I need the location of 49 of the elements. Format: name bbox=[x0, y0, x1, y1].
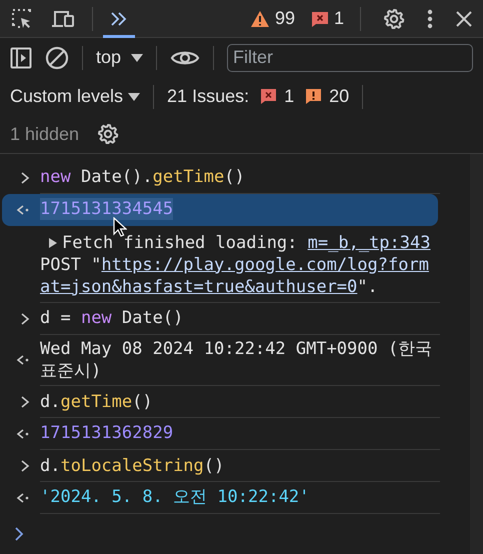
caret-icon bbox=[128, 92, 140, 101]
warning-icon bbox=[305, 88, 322, 106]
log-text: Fetch finished loading: bbox=[62, 232, 298, 254]
output-row[interactable]: 1715131362829 bbox=[0, 418, 440, 450]
input-prompt-icon bbox=[20, 395, 30, 409]
more-options-icon[interactable] bbox=[427, 8, 433, 30]
link[interactable]: at=json&hasfast=true&authuser=0 bbox=[40, 276, 358, 297]
result-arrow-icon bbox=[16, 428, 30, 440]
command-text: d.getTime() bbox=[40, 392, 154, 412]
input-prompt-icon bbox=[20, 170, 30, 185]
issues-button[interactable]: 21 Issues: 1 20 bbox=[167, 86, 350, 108]
log-text: ". bbox=[357, 276, 378, 297]
warning-icon bbox=[250, 10, 270, 28]
command-text: d.toLocaleString() bbox=[40, 456, 226, 476]
result-text: Wed May 08 2024 10:22:42 GMT+0900 (한국 표준시) bbox=[40, 338, 434, 382]
context-selector[interactable]: top bbox=[96, 47, 144, 68]
log-levels-dropdown[interactable]: Custom levels bbox=[10, 86, 140, 108]
warning-count[interactable]: 99 bbox=[250, 8, 295, 29]
input-prompt-icon bbox=[20, 312, 30, 326]
close-icon[interactable] bbox=[455, 10, 473, 28]
result-text: 1715131362829 bbox=[40, 422, 174, 445]
mouse-cursor-icon bbox=[113, 216, 127, 237]
error-icon bbox=[260, 88, 278, 106]
link[interactable]: https://play.google.com/log?form bbox=[101, 254, 429, 275]
result-text: 1715131334545 bbox=[40, 198, 174, 220]
settings-icon[interactable] bbox=[97, 123, 120, 146]
result-arrow-icon bbox=[16, 354, 30, 366]
collapsed-triangle-icon[interactable] bbox=[48, 236, 58, 249]
clear-console-icon[interactable] bbox=[45, 46, 69, 70]
caret-icon bbox=[131, 54, 144, 62]
error-icon bbox=[310, 10, 329, 28]
log-text: POST " bbox=[40, 254, 102, 275]
command-text: d = new Date() bbox=[40, 308, 184, 328]
filter-field[interactable]: Filter bbox=[227, 44, 473, 72]
sidebar-toggle-icon[interactable] bbox=[10, 46, 32, 69]
chevron-double-icon bbox=[109, 10, 129, 26]
prompt-icon bbox=[14, 526, 24, 542]
input-prompt-icon bbox=[20, 459, 30, 473]
result-arrow-icon bbox=[16, 492, 30, 504]
output-row[interactable]: '2024. 5. 8. 오전 10:22:42' bbox=[0, 482, 440, 514]
result-arrow-icon bbox=[16, 204, 30, 216]
hidden-count: 1 hidden bbox=[10, 124, 80, 145]
settings-icon[interactable] bbox=[383, 8, 405, 30]
output-row[interactable]: Wed May 08 2024 10:22:42 GMT+0900 (한국 표준시) bbox=[0, 334, 440, 386]
link[interactable]: m=_b,_tp:343 bbox=[308, 232, 430, 254]
error-count[interactable]: 1 bbox=[310, 8, 344, 29]
command-text: new Date().getTime() bbox=[40, 167, 246, 188]
result-text: '2024. 5. 8. 오전 10:22:42' bbox=[40, 486, 310, 509]
inspect-icon[interactable] bbox=[10, 6, 34, 30]
